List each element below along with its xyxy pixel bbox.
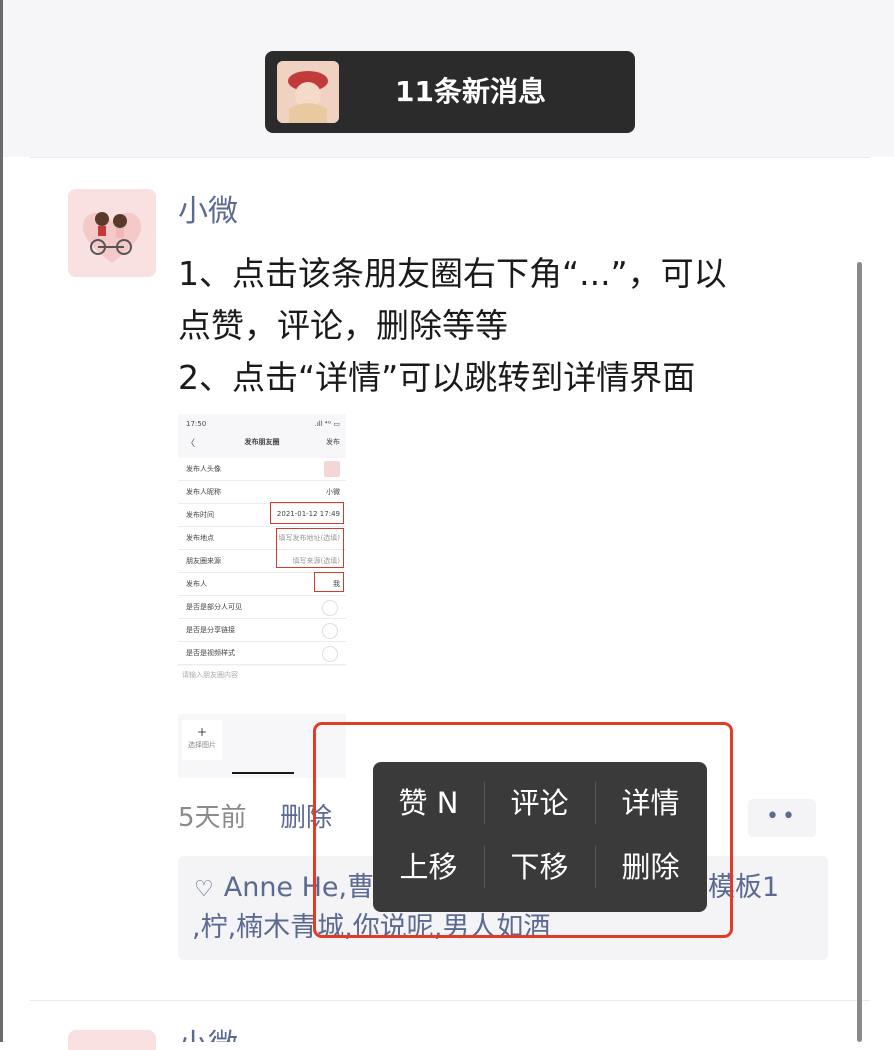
scrollbar[interactable]	[857, 262, 862, 1042]
new-message-banner[interactable]: 11条新消息	[265, 51, 635, 133]
screenshot-row: 是否是视频样式	[178, 642, 346, 665]
screenshot-row: 发布人昵称 小微	[178, 481, 346, 504]
post-time: 5天前	[178, 803, 247, 833]
screenshot-row: 发布人头像	[178, 458, 346, 481]
menu-move-up[interactable]: 上移	[373, 830, 484, 905]
screenshot-row: 是否是部分人可见	[178, 596, 346, 619]
screenshot-add-image: + 选择图片	[182, 720, 222, 760]
post-content: 1、点击该条朋友圈右下角“...”，可以 点赞，评论，删除等等 2、点击“详情”…	[178, 248, 818, 404]
menu-move-down[interactable]: 下移	[484, 830, 595, 905]
action-menu: 赞 N 评论 详情 上移 下移 删除	[373, 762, 707, 912]
status-time: 17:50	[186, 420, 207, 428]
underline-mark	[232, 772, 294, 774]
heart-icon: ♡	[194, 877, 214, 902]
next-post-avatar[interactable]	[68, 1030, 156, 1050]
post-line-2: 点赞，评论，删除等等	[178, 306, 508, 345]
highlight-box	[276, 528, 344, 568]
screenshot-row: 是否是分享链接	[178, 619, 346, 642]
post-line-3: 2、点击“详情”可以跳转到详情界面	[178, 358, 696, 397]
next-post-nickname[interactable]: 小微	[178, 1026, 238, 1042]
highlight-box	[314, 572, 344, 592]
banner-avatar	[277, 61, 339, 123]
divider	[30, 1000, 870, 1001]
new-message-text: 11条新消息	[395, 75, 546, 108]
post-line-1: 1、点击该条朋友圈右下角“...”，可以	[178, 254, 727, 293]
menu-delete[interactable]: 删除	[595, 830, 706, 905]
screenshot-content-area: 请输入朋友圈内容	[178, 666, 346, 714]
highlight-box	[270, 502, 344, 524]
more-options-button[interactable]: ••	[748, 799, 816, 837]
divider	[30, 157, 870, 158]
screenshot-title: 发布朋友圈	[244, 438, 280, 446]
post-nickname[interactable]: 小微	[178, 192, 238, 232]
screenshot-publish: 发布	[326, 438, 340, 446]
status-icons: .ıll ⁴ᴳ ▭	[314, 420, 340, 428]
avatar[interactable]	[68, 189, 156, 277]
